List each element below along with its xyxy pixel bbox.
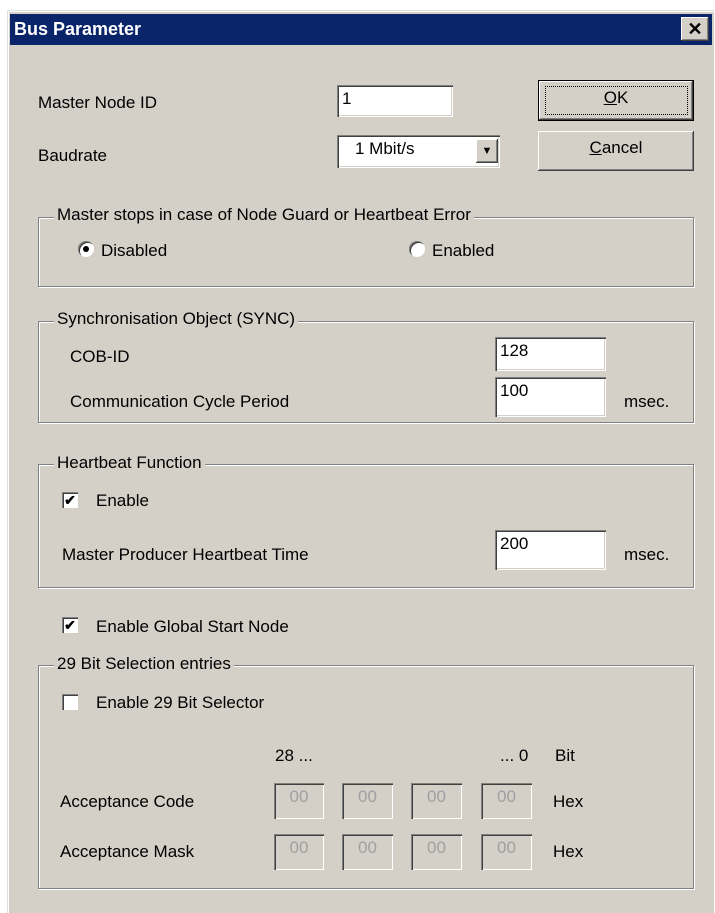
heartbeat-group-title: Heartbeat Function — [54, 453, 205, 473]
enabled-radio[interactable] — [409, 241, 425, 257]
cancel-mnemonic: C — [589, 138, 602, 157]
acceptance-mask-label: Acceptance Mask — [60, 842, 195, 861]
bit-range-start: 28 ... — [275, 746, 313, 765]
heartbeat-enable-checkbox[interactable]: ✔ — [62, 492, 78, 508]
check-icon: ✔ — [64, 492, 76, 508]
baudrate-dropdown-button[interactable]: ▼ — [476, 139, 498, 163]
enabled-radio-label[interactable]: Enabled — [432, 241, 494, 261]
chevron-down-icon: ▼ — [481, 145, 493, 157]
master-node-id-input[interactable]: 1 — [337, 85, 453, 117]
acceptance-mask-byte-3[interactable]: 00 — [274, 834, 324, 870]
disabled-radio[interactable] — [78, 241, 94, 257]
global-start-label[interactable]: Enable Global Start Node — [96, 617, 289, 637]
check-icon: ✔ — [64, 617, 76, 633]
baudrate-label: Baudrate — [38, 146, 107, 165]
bit29-enable-checkbox[interactable] — [62, 694, 78, 710]
cycle-period-label: Communication Cycle Period — [70, 392, 290, 411]
bit29-enable-label[interactable]: Enable 29 Bit Selector — [96, 693, 264, 713]
disabled-radio-label[interactable]: Disabled — [101, 241, 167, 261]
acceptance-mask-hex-label: Hex — [553, 842, 584, 861]
heartbeat-time-label: Master Producer Heartbeat Time — [62, 545, 309, 564]
master-node-id-label: Master Node ID — [38, 93, 158, 112]
radio-dot-icon — [83, 246, 89, 252]
acceptance-code-byte-3[interactable]: 00 — [274, 783, 324, 819]
global-start-checkbox[interactable]: ✔ — [62, 617, 78, 633]
bit-label: Bit — [555, 746, 575, 765]
guard-error-group-title: Master stops in case of Node Guard or He… — [54, 205, 474, 225]
ok-focus-rect — [545, 86, 688, 115]
window-title: Bus Parameter — [14, 19, 142, 39]
acceptance-code-hex-label: Hex — [553, 792, 584, 811]
cancel-label-rest: ancel — [601, 138, 643, 157]
heartbeat-time-unit: msec. — [624, 545, 670, 564]
heartbeat-enable-label[interactable]: Enable — [96, 491, 149, 511]
sync-group-title: Synchronisation Object (SYNC) — [54, 309, 299, 329]
close-button[interactable]: ✕ — [681, 17, 709, 41]
acceptance-code-byte-0[interactable]: 00 — [481, 783, 532, 819]
acceptance-mask-byte-2[interactable]: 00 — [342, 834, 393, 870]
acceptance-code-byte-2[interactable]: 00 — [342, 783, 393, 819]
cycle-period-unit: msec. — [624, 392, 670, 411]
acceptance-mask-byte-1[interactable]: 00 — [411, 834, 462, 870]
heartbeat-time-input[interactable]: 200 — [495, 530, 606, 570]
cancel-button[interactable]: Cancel — [538, 131, 694, 171]
acceptance-code-byte-1[interactable]: 00 — [411, 783, 462, 819]
acceptance-code-label: Acceptance Code — [60, 792, 195, 811]
acceptance-mask-byte-0[interactable]: 00 — [481, 834, 532, 870]
cob-id-input[interactable]: 128 — [495, 337, 606, 371]
cycle-period-input[interactable]: 100 — [495, 377, 606, 417]
bit29-group-title: 29 Bit Selection entries — [54, 654, 234, 674]
bit-range-end: ... 0 — [500, 746, 529, 765]
cob-id-label: COB-ID — [70, 347, 130, 366]
close-icon: ✕ — [687, 19, 703, 39]
